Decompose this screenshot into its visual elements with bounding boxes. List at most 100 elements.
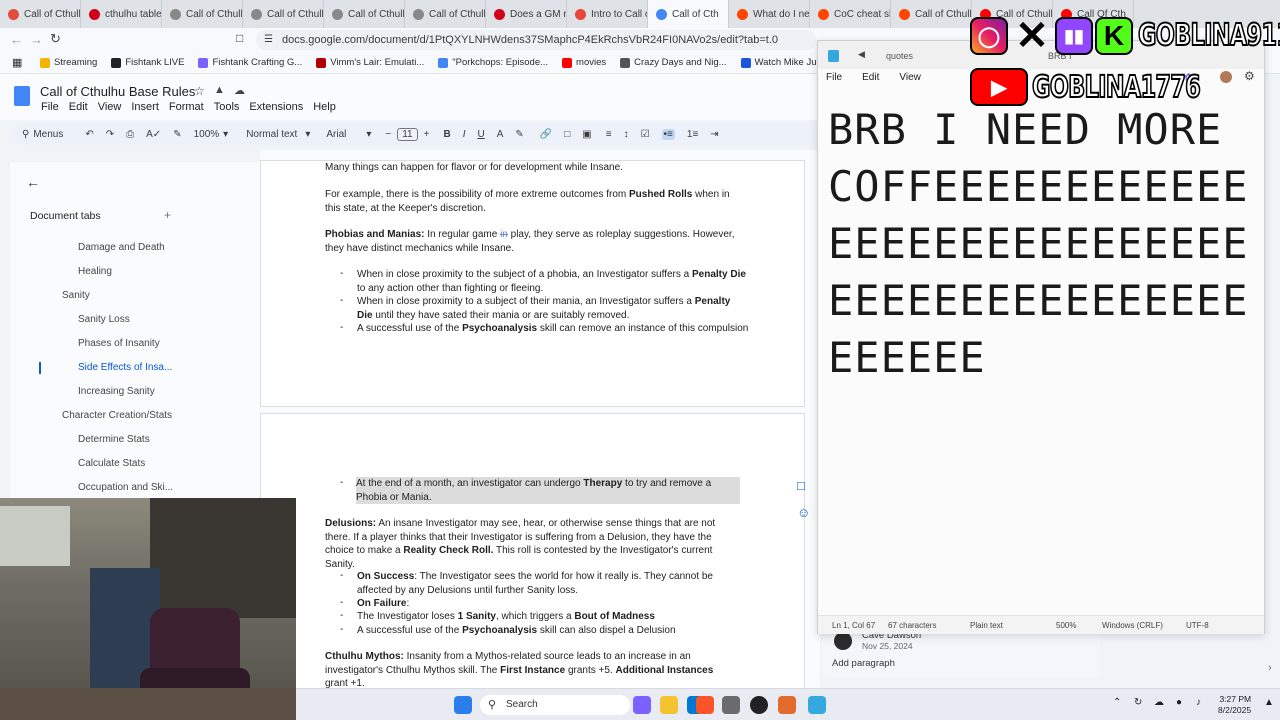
docs-menu-item[interactable]: Insert <box>131 101 159 113</box>
docs-menu-item[interactable]: File <box>41 101 59 113</box>
bullet-on-success[interactable]: On Success: The Investigator sees the wo… <box>357 570 737 597</box>
text-color-icon[interactable]: A <box>497 129 504 140</box>
bullet-dispel-delusion[interactable]: A successful use of the Psychoanalysis s… <box>357 624 777 638</box>
undo-icon[interactable]: ↶ <box>85 129 93 140</box>
para-pushed-rolls[interactable]: For example, there is the possibility of… <box>325 188 745 215</box>
tray-mic-icon[interactable]: ● <box>1176 697 1182 708</box>
tray-volume-icon[interactable]: ♪ <box>1196 697 1201 708</box>
scroll-right-icon[interactable]: › <box>1268 662 1272 674</box>
notepad-taskbar-icon[interactable] <box>808 696 826 714</box>
bullet-mania[interactable]: When in close proximity to a subject of … <box>357 295 747 322</box>
notepad-menu-item[interactable]: Edit <box>862 72 879 83</box>
add-tab-icon[interactable]: + <box>164 208 171 222</box>
bookmark-item[interactable]: "Porkchops: Episode... <box>438 57 548 68</box>
move-icon[interactable]: ▲ <box>214 84 225 96</box>
browser-tab[interactable]: Call of Cth <box>648 0 729 28</box>
document-title[interactable]: Call of Cthulhu Base Rules <box>40 84 195 99</box>
outline-item[interactable]: Sanity <box>62 290 90 301</box>
outline-item[interactable]: Determine Stats <box>78 434 150 445</box>
app-icon[interactable] <box>778 696 796 714</box>
outline-item[interactable]: Character Creation/Stats <box>62 410 172 421</box>
para-phobias[interactable]: Phobias and Manias: In regular game in p… <box>325 228 745 255</box>
docs-menu-item[interactable]: Help <box>313 101 336 113</box>
browser-tab[interactable]: What do I ne <box>729 0 810 28</box>
notepad-menu-item[interactable]: View <box>899 72 921 83</box>
zoom-chevron-icon[interactable]: ▾ <box>223 129 228 140</box>
docs-logo-icon[interactable] <box>14 86 30 106</box>
browser-tab[interactable]: cthulhu table <box>81 0 162 28</box>
add-paragraph-link[interactable]: Add paragraph <box>832 658 895 669</box>
comment-icon[interactable]: □ <box>564 129 570 140</box>
numbered-list-icon[interactable]: 1≡ <box>687 129 698 140</box>
outline-item[interactable]: Healing <box>78 266 112 277</box>
style-select[interactable]: Normal text <box>246 129 297 140</box>
docs-menu-item[interactable]: View <box>98 101 122 113</box>
align-icon[interactable]: ≡ <box>606 129 612 140</box>
back-arrow-icon[interactable]: ← <box>26 174 40 190</box>
browser-tab[interactable]: Call of Cthulh <box>0 0 81 28</box>
windows-start-icon[interactable] <box>454 696 472 714</box>
tray-cloud-icon[interactable]: ☁ <box>1154 697 1164 708</box>
file-explorer-icon[interactable] <box>660 696 678 714</box>
notepad-tab-quotes[interactable]: quotes <box>876 45 946 67</box>
outline-item[interactable]: Sanity Loss <box>78 314 130 325</box>
bullet-lose-sanity[interactable]: The Investigator loses 1 Sanity, which t… <box>357 610 777 624</box>
bullet-on-failure[interactable]: On Failure: <box>357 597 777 611</box>
bookmark-item[interactable]: Crazy Days and Nig... <box>620 57 727 68</box>
browser-tab[interactable]: CoC cheat sh <box>810 0 891 28</box>
taskbar-search[interactable]: ⚲ Search <box>480 695 630 715</box>
notepad-text-area[interactable]: BRB I NEED MORE COFFEEEEEEEEEEEEEEEEEEEE… <box>828 101 1260 386</box>
checklist-icon[interactable]: ☑ <box>641 129 650 140</box>
outline-item[interactable]: Phases of Insanity <box>78 338 160 349</box>
obs-icon[interactable] <box>750 696 768 714</box>
font-select[interactable]: Arial <box>326 129 346 140</box>
bulleted-list-icon[interactable]: •≡ <box>661 128 675 140</box>
bullet-therapy[interactable]: At the end of a month, an investigator c… <box>356 477 740 504</box>
browser-tab[interactable]: Does a GM n <box>486 0 567 28</box>
para-delusions[interactable]: Delusions: An insane Investigator may se… <box>325 517 740 571</box>
back-icon[interactable]: ← <box>10 32 23 47</box>
print-icon[interactable]: ⎙ <box>126 129 134 140</box>
line-spacing-icon[interactable]: ↕ <box>624 129 629 140</box>
taskbar-clock[interactable]: 3:27 PM 8/2/2025 <box>1218 694 1251 716</box>
settings-taskbar-icon[interactable] <box>722 696 740 714</box>
style-chevron-icon[interactable]: ▾ <box>305 129 310 140</box>
para-cthulhu-mythos[interactable]: Cthulhu Mythos: Insanity from a Mythos-r… <box>325 650 735 688</box>
tab-scroll-left-icon[interactable]: ◀ <box>858 49 865 60</box>
browser-tab[interactable]: Call of Cthulh <box>405 0 486 28</box>
bullet-phobia[interactable]: When in close proximity to the subject o… <box>357 268 747 295</box>
font-chevron-icon[interactable]: ▾ <box>366 129 371 140</box>
outline-item[interactable]: Calculate Stats <box>78 458 145 469</box>
address-bar[interactable]: ☰ docs.google.com/document/d/1PtQXYLNHWd… <box>256 30 816 50</box>
outline-item[interactable]: Occupation and Ski... <box>78 482 173 493</box>
para-flavor[interactable]: Many things can happen for flavor or for… <box>325 161 745 175</box>
zoom-select[interactable]: 100% <box>194 129 220 140</box>
outline-item[interactable]: Increasing Sanity <box>78 386 155 397</box>
copilot-taskbar-icon[interactable] <box>633 696 651 714</box>
browser-tab[interactable]: Call of Cthulh <box>324 0 405 28</box>
underline-icon[interactable]: U <box>477 129 484 140</box>
bookmark-item[interactable]: Vimm's Lair: Emulati... <box>316 57 424 68</box>
indent-icon[interactable]: ⇥ <box>710 129 718 140</box>
search-menus-label[interactable]: Menus <box>33 129 63 140</box>
font-size-input[interactable]: 11 <box>397 127 418 141</box>
brave-icon[interactable] <box>696 696 714 714</box>
spellcheck-icon[interactable]: A✓ <box>146 129 161 140</box>
font-size-increase-icon[interactable]: + <box>424 129 430 140</box>
emoji-reaction-icon[interactable]: ☺ <box>797 505 815 521</box>
bold-icon[interactable]: B <box>443 129 450 140</box>
site-info-icon[interactable]: ☰ <box>264 30 273 50</box>
settings-gear-icon[interactable]: ⚙ <box>1244 69 1255 83</box>
star-icon[interactable]: ☆ <box>194 84 205 98</box>
forward-icon[interactable]: → <box>30 32 43 47</box>
redo-icon[interactable]: ↷ <box>106 129 114 140</box>
outline-item[interactable]: Damage and Death <box>78 242 165 253</box>
tray-chevron-icon[interactable]: ⌃ <box>1113 697 1121 708</box>
browser-tab[interactable]: Call of Cthulh <box>891 0 972 28</box>
bookmark-item[interactable]: Fishtank LIVE <box>111 57 184 68</box>
bookmark-item[interactable]: Fishtank Crafting G... <box>198 57 302 68</box>
cloud-icon[interactable]: ☁ <box>234 84 245 97</box>
docs-menu-item[interactable]: Extensions <box>249 101 303 113</box>
profile-avatar[interactable] <box>1220 71 1232 83</box>
notepad-menu-item[interactable]: File <box>826 72 842 83</box>
